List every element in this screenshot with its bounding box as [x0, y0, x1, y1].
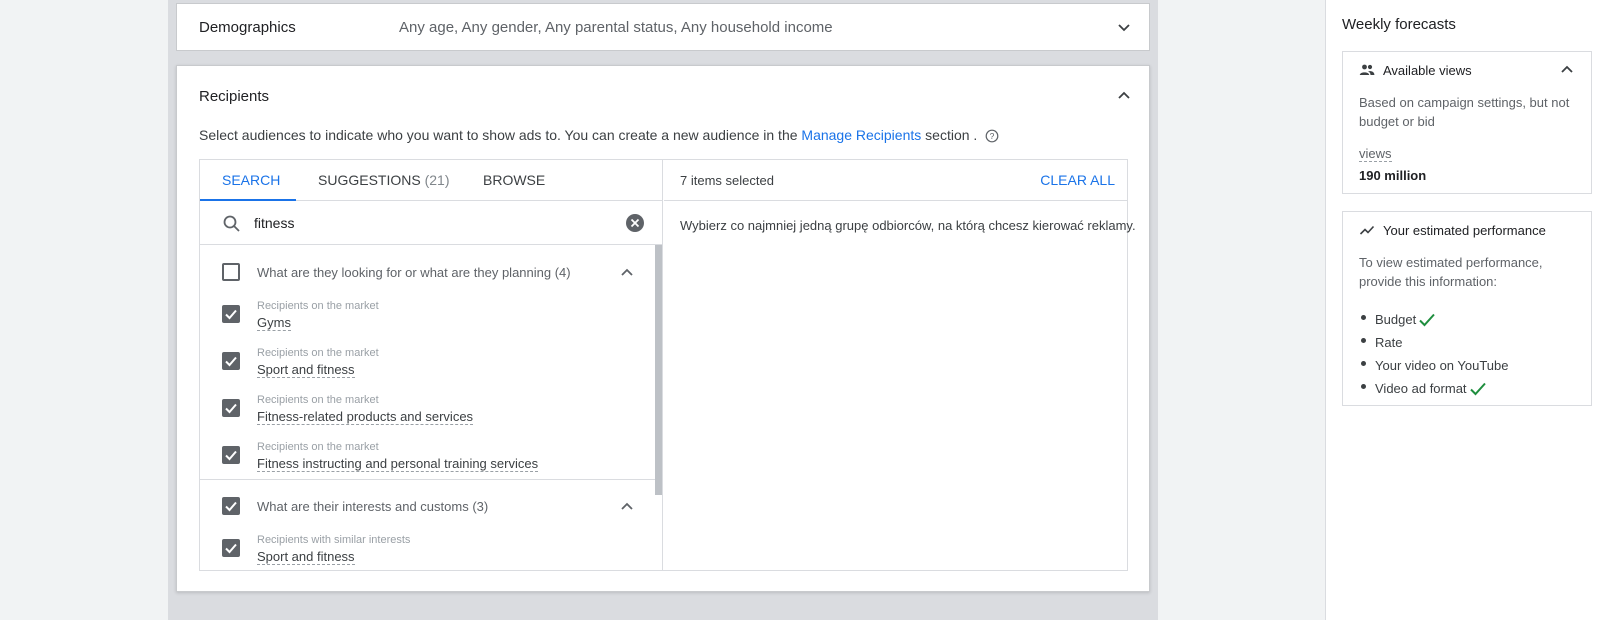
available-views-card: Available views Based on campaign settin… [1342, 51, 1592, 194]
recipients-title: Recipients [199, 88, 270, 105]
manage-recipients-link[interactable]: Manage Recipients [801, 127, 921, 143]
group-checkbox[interactable] [222, 497, 240, 515]
available-views-note: Based on campaign settings, but not budg… [1359, 95, 1570, 129]
search-results: What are they looking for or what are th… [200, 245, 662, 570]
chevron-down-icon[interactable] [1116, 19, 1132, 35]
results-scrollbar[interactable] [655, 245, 662, 495]
requirements-list: Budget Rate Your video on YouTube Video … [1361, 308, 1509, 400]
tab-search[interactable]: SEARCH [222, 160, 280, 201]
weekly-forecasts-title: Weekly forecasts [1342, 16, 1456, 33]
performance-note: To view estimated performance, provide t… [1359, 255, 1543, 289]
item-checkbox[interactable] [222, 399, 240, 417]
clear-icon[interactable] [625, 213, 645, 233]
selection-message: Wybierz co najmniej jedną grupę odbiorcó… [680, 218, 1136, 233]
chevron-up-icon[interactable] [619, 499, 635, 515]
selected-audiences: 7 items selected CLEAR ALL Wybierz co na… [664, 160, 1136, 570]
item-category: Recipients on the market [257, 300, 379, 312]
item-name: Sport and fitness [257, 362, 355, 378]
selected-count: 7 items selected [680, 173, 774, 188]
group-checkbox[interactable] [222, 263, 240, 281]
chevron-up-icon[interactable] [619, 265, 635, 281]
estimated-performance-card: Your estimated performance To view estim… [1342, 211, 1592, 406]
svg-text:?: ? [990, 131, 995, 141]
trending-icon [1359, 222, 1383, 238]
audience-browser: SEARCH SUGGESTIONS (21) BROWSE fitness W… [200, 160, 663, 570]
item-checkbox[interactable] [222, 539, 240, 557]
views-label[interactable]: views [1359, 146, 1392, 162]
mid-gap [1158, 0, 1325, 620]
requirement-item: Your video on YouTube [1361, 354, 1509, 377]
help-icon[interactable]: ? [985, 129, 999, 143]
demographics-title: Demographics [199, 18, 296, 36]
available-views-header: Available views [1359, 62, 1472, 78]
group-label: What are their interests and customs (3) [257, 499, 489, 514]
search-bar [200, 202, 662, 245]
recipients-description: Select audiences to indicate who you wan… [199, 127, 999, 143]
forecast-panel: Weekly forecasts Available views Based o… [1325, 0, 1600, 620]
audience-tabs: SEARCH SUGGESTIONS (21) BROWSE [200, 160, 662, 201]
suggestions-count: (21) [424, 172, 450, 188]
tab-suggestions[interactable]: SUGGESTIONS (21) [318, 160, 449, 201]
item-checkbox[interactable] [222, 446, 240, 464]
demographics-section[interactable]: Demographics Any age, Any gender, Any pa… [176, 3, 1150, 51]
available-views-title: Available views [1383, 62, 1472, 78]
clear-all-button[interactable]: CLEAR ALL [1040, 172, 1115, 188]
performance-title: Your estimated performance [1383, 222, 1546, 238]
tab-browse[interactable]: BROWSE [483, 160, 545, 201]
requirement-item: Video ad format [1361, 377, 1509, 400]
views-value: 190 million [1359, 168, 1427, 183]
item-category: Recipients with similar interests [257, 534, 411, 546]
chevron-up-icon[interactable] [1559, 62, 1575, 78]
item-checkbox[interactable] [222, 305, 240, 323]
item-name: Gyms [257, 315, 291, 331]
requirement-item: Rate [1361, 331, 1509, 354]
item-category: Recipients on the market [257, 394, 379, 406]
selection-header: 7 items selected CLEAR ALL [664, 160, 1127, 201]
recipients-section: Recipients Select audiences to indicate … [176, 65, 1150, 592]
item-category: Recipients on the market [257, 347, 379, 359]
active-tab-indicator [200, 199, 296, 201]
search-input[interactable] [254, 213, 614, 233]
requirement-item: Budget [1361, 308, 1509, 331]
demographics-summary: Any age, Any gender, Any parental status… [399, 18, 833, 36]
item-name: Fitness-related products and services [257, 409, 474, 425]
item-name: Sport and fitness [257, 549, 355, 565]
item-name: Fitness instructing and personal trainin… [257, 456, 539, 472]
audience-picker: SEARCH SUGGESTIONS (21) BROWSE fitness W… [199, 159, 1136, 571]
people-icon [1359, 62, 1383, 78]
performance-header: Your estimated performance [1359, 222, 1546, 238]
group-label: What are they looking for or what are th… [257, 265, 571, 280]
item-category: Recipients on the market [257, 441, 379, 453]
search-icon [222, 214, 242, 234]
check-icon [1419, 313, 1435, 326]
check-icon [1469, 382, 1486, 395]
group-divider [200, 479, 655, 480]
chevron-up-icon[interactable] [1116, 88, 1132, 104]
item-checkbox[interactable] [222, 352, 240, 370]
left-gutter [0, 0, 168, 620]
